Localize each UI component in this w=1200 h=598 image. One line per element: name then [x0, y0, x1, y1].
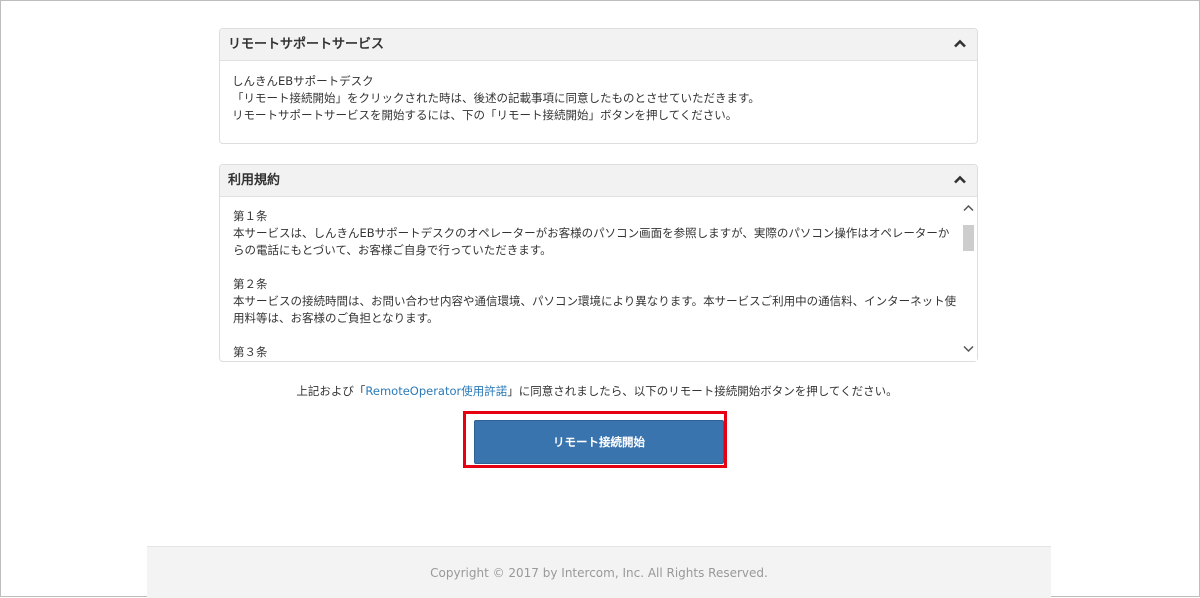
- article-text: 本サービスは、しんきんEBサポートデスクのオペレーターがお客様のパソコン画面を参…: [233, 226, 950, 257]
- footer: Copyright © 2017 by Intercom, Inc. All R…: [147, 546, 1051, 598]
- article-text: 本サービスの接続時間は、お問い合わせ内容や通信環境、パソコン環境により異なります…: [233, 294, 957, 325]
- terms-scroll-area[interactable]: 第１条 本サービスは、しんきんEBサポートデスクのオペレーターがお客様のパソコン…: [220, 197, 977, 361]
- terms-article: 第３条: [233, 344, 958, 361]
- chevron-up-icon[interactable]: [952, 172, 968, 188]
- remote-support-title: リモートサポートサービス: [228, 37, 385, 52]
- start-instruction: リモートサポートサービスを開始するには、下の「リモート接続開始」ボタンを押してく…: [232, 108, 738, 122]
- consent-prefix: 上記および「: [296, 384, 366, 398]
- article-heading: 第２条: [233, 277, 268, 291]
- consent-notice: 「リモート接続開始」をクリックされた時は、後述の記載事項に同意したものとさせてい…: [232, 91, 760, 105]
- terms-article: 第１条 本サービスは、しんきんEBサポートデスクのオペレーターがお客様のパソコン…: [233, 208, 958, 259]
- remote-support-panel-heading[interactable]: リモートサポートサービス: [220, 29, 977, 61]
- article-heading: 第１条: [233, 209, 268, 223]
- copyright-text: Copyright © 2017 by Intercom, Inc. All R…: [430, 566, 768, 580]
- remoteoperator-license-link[interactable]: RemoteOperator使用許諾: [365, 384, 507, 398]
- terms-panel: 利用規約 第１条 本サービスは、しんきんEBサポートデスクのオペレーターがお客様…: [219, 164, 978, 362]
- support-desk-name: しんきんEBサポートデスク: [232, 74, 374, 88]
- scroll-up-icon[interactable]: [962, 202, 975, 215]
- scroll-down-icon[interactable]: [962, 342, 975, 355]
- remote-support-body: しんきんEBサポートデスク 「リモート接続開始」をクリックされた時は、後述の記載…: [220, 61, 977, 124]
- start-remote-connection-button[interactable]: リモート接続開始: [474, 420, 724, 464]
- terms-article: 第２条 本サービスの接続時間は、お問い合わせ内容や通信環境、パソコン環境により異…: [233, 276, 958, 327]
- chevron-up-icon[interactable]: [952, 36, 968, 52]
- consent-suffix: 」に同意されましたら、以下のリモート接続開始ボタンを押してください。: [507, 384, 898, 398]
- remote-support-panel: リモートサポートサービス しんきんEBサポートデスク 「リモート接続開始」をクリ…: [219, 28, 978, 144]
- consent-instruction: 上記および「RemoteOperator使用許諾」に同意されましたら、以下のリモ…: [0, 383, 1194, 399]
- terms-panel-heading[interactable]: 利用規約: [220, 165, 977, 197]
- terms-scrollbar[interactable]: [960, 197, 977, 361]
- scroll-thumb[interactable]: [963, 225, 974, 251]
- article-heading: 第３条: [233, 345, 268, 359]
- terms-text: 第１条 本サービスは、しんきんEBサポートデスクのオペレーターがお客様のパソコン…: [233, 208, 958, 361]
- terms-title: 利用規約: [228, 173, 281, 188]
